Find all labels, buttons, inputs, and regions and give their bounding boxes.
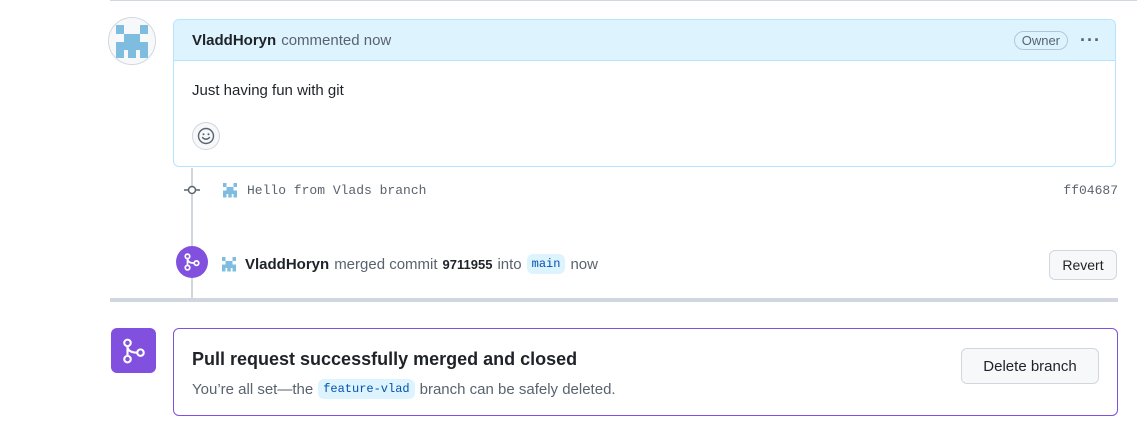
merge-event-text: VladdHoryn merged commit 9711955 into ma… <box>245 254 598 274</box>
comment-box: VladdHoryn commented now Owner ··· Just … <box>173 19 1116 167</box>
kebab-menu-icon[interactable]: ··· <box>1080 31 1101 49</box>
identicon-avatar <box>109 18 155 64</box>
delete-branch-button[interactable]: Delete branch <box>961 348 1099 384</box>
comment-body: Just having fun with git <box>192 82 344 99</box>
merge-author[interactable]: VladdHoryn <box>245 256 329 273</box>
identicon-avatar <box>222 257 236 272</box>
merged-sub-suffix: branch can be safely deleted. <box>419 380 616 398</box>
git-commit-icon <box>184 185 200 195</box>
merge-event-badge <box>176 246 208 278</box>
timeline-divider <box>110 298 1118 302</box>
commit-author-avatar[interactable] <box>220 180 240 200</box>
smiley-icon <box>197 127 215 145</box>
comment-author[interactable]: VladdHoryn <box>192 32 276 49</box>
git-merge-icon <box>184 253 200 271</box>
top-border <box>110 0 1137 1</box>
commit-message[interactable]: Hello from Vlads branch <box>247 183 426 198</box>
comment-action[interactable]: commented now <box>281 32 391 49</box>
merged-status-icon <box>111 328 156 373</box>
merged-sub-prefix: You’re all set—the <box>192 380 314 398</box>
merged-status-box: Pull request successfully merged and clo… <box>173 328 1118 416</box>
identicon-avatar <box>223 183 237 198</box>
git-merge-icon <box>122 338 145 363</box>
merge-action: merged commit <box>334 255 438 273</box>
merge-commit-sha[interactable]: 9711955 <box>443 257 493 272</box>
comment-header: VladdHoryn commented now Owner ··· <box>174 20 1115 61</box>
merge-author-avatar[interactable] <box>219 254 239 274</box>
head-branch-chip[interactable]: feature-vlad <box>318 379 415 399</box>
merged-status-subtitle: You’re all set—the feature-vlad branch c… <box>192 379 616 399</box>
merged-status-title: Pull request successfully merged and clo… <box>192 349 578 369</box>
base-branch-chip[interactable]: main <box>526 254 566 274</box>
merge-time[interactable]: now <box>570 256 598 273</box>
revert-button[interactable]: Revert <box>1049 250 1117 280</box>
commit-sha[interactable]: ff04687 <box>1063 183 1118 198</box>
avatar[interactable] <box>108 17 156 65</box>
owner-badge: Owner <box>1013 30 1069 50</box>
add-reaction-button[interactable] <box>192 122 220 150</box>
merge-into: into <box>497 255 522 273</box>
